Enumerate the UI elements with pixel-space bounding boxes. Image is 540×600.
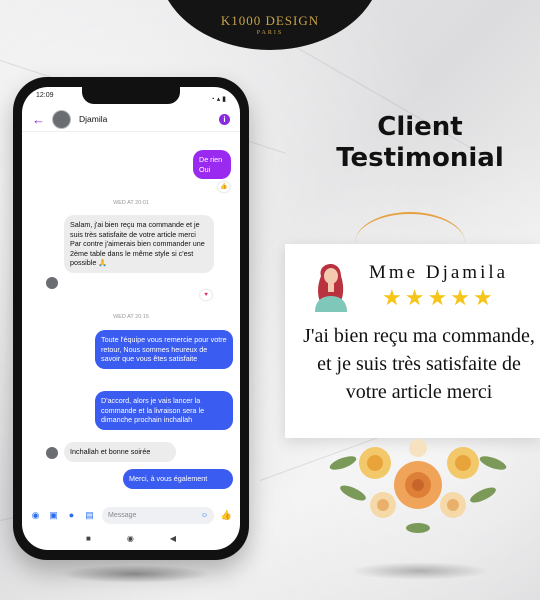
star-icon: ★ (472, 285, 493, 310)
status-bar: 12:09 ◔ ▴ ▮ (22, 87, 240, 105)
heart-reaction-icon: ♥ (200, 290, 212, 300)
message-incoming[interactable]: Inchallah et bonne soirée (64, 442, 176, 462)
contact-name[interactable]: Djamila (79, 114, 219, 124)
chat-header: ← Djamila i (22, 107, 240, 132)
info-icon[interactable]: i (219, 113, 230, 125)
message-outgoing[interactable]: Toute l'équipe vous remercie pour votre … (95, 330, 233, 369)
star-rating: ★ ★ ★ ★ ★ (382, 287, 493, 309)
back-nav-icon[interactable]: ◀ (170, 534, 176, 543)
like-icon[interactable]: 👍 (221, 510, 232, 521)
message-outgoing[interactable]: De rien Oui (193, 150, 231, 179)
back-arrow-icon[interactable]: ← (32, 112, 48, 127)
contact-avatar[interactable] (52, 109, 71, 129)
star-icon: ★ (450, 285, 470, 310)
message-input[interactable]: Message ☺ (102, 506, 214, 524)
testimonial-card: Mme Djamila ★ ★ ★ ★ ★ J'ai bien reçu ma … (285, 244, 540, 438)
brand-logo: K1000 DESIGN PARIS (158, 0, 382, 50)
brand-city: PARIS (256, 30, 284, 36)
star-icon: ★ (404, 285, 425, 310)
android-nav-bar: ■ ◉ ◀ (22, 530, 240, 546)
review-text: J'ai bien reçu ma commande, et je suis t… (303, 325, 535, 403)
testimonial-heading: Client Testimonial (330, 112, 510, 174)
message-incoming[interactable]: Salam, j'ai bien reçu ma commande et je … (64, 215, 214, 273)
recent-apps-icon[interactable]: ■ (86, 534, 91, 543)
phone-mockup: 12:09 ◔ ▴ ▮ ← Djamila i De rien Oui 👍 WE… (13, 77, 249, 560)
gallery-icon[interactable]: ▣ (48, 510, 59, 521)
message-input-placeholder: Message (108, 511, 137, 519)
flower-bouquet-icon (329, 439, 507, 533)
message-composer: ◉ ▣ ● ▤ Message ☺ 👍 (22, 504, 240, 526)
microphone-icon[interactable]: ● (66, 510, 77, 521)
reviewer-name: Mme Djamila (369, 262, 509, 283)
camera-icon[interactable]: ◉ (30, 510, 41, 521)
star-icon: ★ (427, 285, 448, 310)
flowers-shadow (350, 562, 490, 580)
message-outgoing[interactable]: Merci, à vous également (123, 469, 233, 489)
star-icon: ★ (382, 285, 402, 310)
status-icons: ◔ ▴ ▮ (210, 95, 226, 103)
message-timestamp: WED AT 20:15 (113, 314, 149, 320)
reviewer-portrait-icon (315, 263, 347, 312)
message-timestamp: WED AT 20:01 (113, 200, 149, 206)
contact-avatar-small (46, 277, 58, 289)
emoji-icon[interactable]: ☺ (201, 512, 208, 519)
brand-name: K1000 DESIGN (220, 13, 320, 28)
heading-line-1: Client (377, 112, 463, 142)
phone-screen: 12:09 ◔ ▴ ▮ ← Djamila i De rien Oui 👍 WE… (22, 87, 240, 550)
extra-actions-icon[interactable]: ▤ (84, 510, 95, 521)
heading-line-2: Testimonial (336, 143, 504, 173)
phone-shadow (60, 565, 210, 583)
message-outgoing[interactable]: D'accord, alors je vais lancer la comman… (95, 391, 233, 430)
contact-avatar-small (46, 447, 58, 459)
status-time: 12:09 (36, 92, 54, 99)
home-icon[interactable]: ◉ (127, 534, 134, 543)
thumbs-up-reaction-icon: 👍 (218, 182, 230, 192)
